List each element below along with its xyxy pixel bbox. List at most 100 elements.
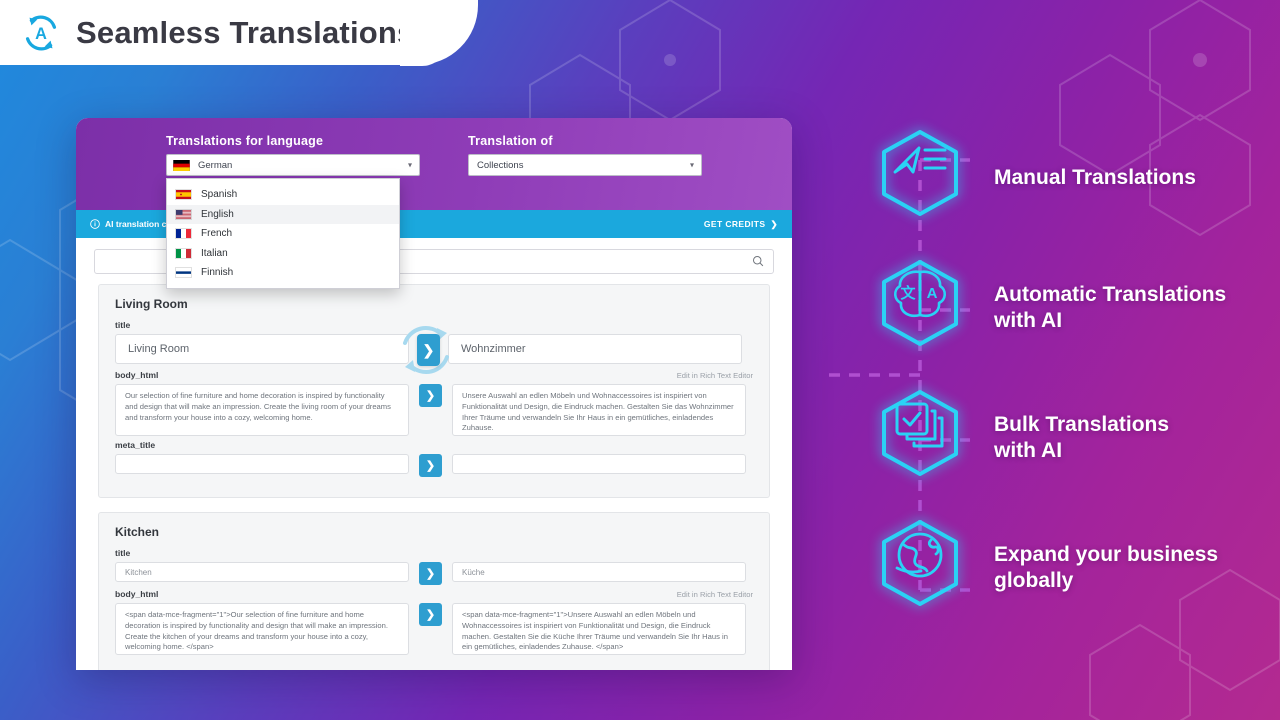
language-select-value: German: [198, 159, 233, 171]
field-row-body_html: body_html Edit in Rich Text Editor Our sel…: [115, 370, 753, 436]
send-list-icon: [882, 130, 958, 216]
get-credits-button[interactable]: GET CREDITS ❯: [704, 219, 778, 230]
resource-select-value: Collections: [477, 159, 524, 171]
language-option-label: French: [201, 228, 233, 240]
source-field-title[interactable]: Kitchen: [115, 562, 409, 582]
field-row-header: title: [115, 548, 753, 558]
feature-item-1: Manual Translations: [868, 126, 1196, 230]
globe-icon: [882, 520, 958, 606]
page-title: Seamless Translations: [76, 14, 415, 50]
chevron-down-icon: ▾: [689, 160, 694, 170]
translation-card: Living Room title Living Room ❯ Wohnzimmer bo…: [98, 284, 770, 498]
language-option-label: English: [201, 208, 234, 220]
language-option-label: Spanish: [201, 189, 238, 201]
flag-us-icon: [175, 208, 192, 220]
translation-pair: Living Room ❯ Wohnzimmer: [115, 326, 753, 374]
credits-text: AI translation cre: [105, 219, 175, 229]
translation-pair: ❯: [115, 454, 753, 477]
feature-icon-hex: [868, 386, 972, 490]
language-option-italian[interactable]: Italian: [167, 244, 399, 264]
card-title: Kitchen: [115, 525, 160, 539]
target-field-body_html[interactable]: <span data-mce-fragment="1">Unsere Auswa…: [452, 603, 746, 655]
feature-label: Bulk Translations with AI: [994, 413, 1170, 462]
chevron-right-icon: ❯: [770, 218, 778, 229]
flag-es-icon: [175, 189, 192, 201]
translation-pair: <span data-mce-fragment="1">Our selectio…: [115, 603, 753, 655]
flag-de-icon: [173, 159, 190, 171]
feature-item-4: Expand your business globally: [868, 516, 1218, 620]
feature-item-3: Bulk Translations with AI: [868, 386, 1169, 490]
field-row-body_html: body_html Edit in Rich Text Editor <span d…: [115, 589, 753, 655]
translate-button[interactable]: ❯: [419, 384, 442, 407]
stacked-check-icon: [882, 390, 958, 476]
brand-header: A Seamless Translations: [0, 0, 420, 65]
svg-text:文: 文: [900, 284, 916, 302]
translate-button-wrap: ❯: [409, 454, 452, 477]
brain-ai-icon: 文A: [882, 260, 958, 346]
translate-button[interactable]: ❯: [419, 454, 442, 477]
language-option-finnish[interactable]: Finnish: [167, 263, 399, 283]
feature-icon-hex: [868, 126, 972, 230]
tab-curve-decoration: [400, 0, 458, 66]
field-name-label: title: [115, 320, 131, 330]
translation-card: Kitchen title Kitchen ❯ Küche body_html Edit i…: [98, 512, 770, 670]
source-field-title[interactable]: Living Room: [115, 334, 409, 364]
target-field-title[interactable]: Wohnzimmer: [448, 334, 742, 364]
feature-list: Manual Translations 文 A Automatic Translati…: [820, 120, 1280, 640]
source-field-body_html[interactable]: <span data-mce-fragment="1">Our selectio…: [115, 603, 409, 655]
svg-text:A: A: [927, 285, 938, 302]
flag-fr-icon: [175, 228, 192, 240]
translate-button[interactable]: ❯: [419, 603, 442, 626]
source-field-body_html[interactable]: Our selection of fine furniture and home…: [115, 384, 409, 436]
field-row-header: body_html Edit in Rich Text Editor: [115, 589, 753, 599]
target-field-body_html[interactable]: Unsere Auswahl an edlen Möbeln und Wohna…: [452, 384, 746, 436]
target-field-meta_title[interactable]: [452, 454, 746, 474]
language-option-spanish[interactable]: Spanish: [167, 185, 399, 205]
feature-label: Expand your business globally: [994, 543, 1219, 592]
target-field-title[interactable]: Küche: [452, 562, 746, 582]
translation-cards: Living Room title Living Room ❯ Wohnzimmer bo…: [76, 284, 792, 670]
credits-info: AI translation cre: [90, 219, 174, 229]
info-circle-icon: [90, 219, 100, 229]
translation-pair: Kitchen ❯ Küche: [115, 562, 753, 585]
translate-button-wrap: ❯: [409, 603, 452, 626]
feature-icon-hex: [868, 516, 972, 620]
field-row-title: title Kitchen ❯ Küche: [115, 548, 753, 585]
language-dropdown-menu[interactable]: Spanish English French Italian Finnish: [166, 178, 400, 289]
field-name-label: title: [115, 548, 131, 558]
flag-fi-icon: [175, 267, 192, 279]
translate-button-wrap: ❯: [403, 326, 449, 374]
rich-text-editor-link[interactable]: Edit in Rich Text Editor: [677, 371, 753, 380]
flag-it-icon: [175, 247, 192, 259]
language-option-french[interactable]: French: [167, 224, 399, 244]
feature-icon-hex: 文A: [868, 256, 972, 360]
get-credits-label: GET CREDITS: [703, 219, 766, 229]
language-option-english[interactable]: English: [167, 204, 399, 224]
language-option-label: Italian: [201, 247, 228, 259]
language-select[interactable]: German ▾: [166, 154, 420, 176]
translate-button-wrap: ❯: [409, 562, 452, 585]
language-field-label: Translations for language: [166, 134, 324, 148]
svg-text:A: A: [35, 24, 47, 42]
feature-label: Automatic Translations with AI: [994, 283, 1227, 332]
resource-select[interactable]: Collections ▾: [468, 154, 702, 176]
translate-button-wrap: ❯: [409, 384, 452, 407]
chevron-down-icon: ▾: [407, 160, 412, 170]
field-name-label: body_html: [115, 370, 159, 380]
translate-button[interactable]: ❯: [419, 562, 442, 585]
search-icon: [753, 256, 764, 267]
field-row-title: title Living Room ❯ Wohnzimmer: [115, 320, 753, 374]
feature-label: Manual Translations: [994, 166, 1196, 190]
field-name-label: meta_title: [115, 440, 156, 450]
translate-button[interactable]: ❯: [417, 334, 440, 366]
card-title: Living Room: [115, 297, 188, 311]
resource-field-label: Translation of: [468, 134, 553, 148]
field-row-meta_title: meta_title ❯: [115, 440, 753, 477]
rich-text-editor-link[interactable]: Edit in Rich Text Editor: [677, 590, 753, 599]
language-option-label: Finnish: [201, 267, 234, 279]
feature-item-2: 文 A Automatic Translations with AI: [868, 256, 1226, 360]
sync-a-icon: A: [25, 15, 57, 50]
language-field-group: Translations for language German ▾: [166, 134, 420, 176]
source-field-meta_title[interactable]: [115, 454, 409, 474]
field-row-header: meta_title: [115, 440, 753, 450]
